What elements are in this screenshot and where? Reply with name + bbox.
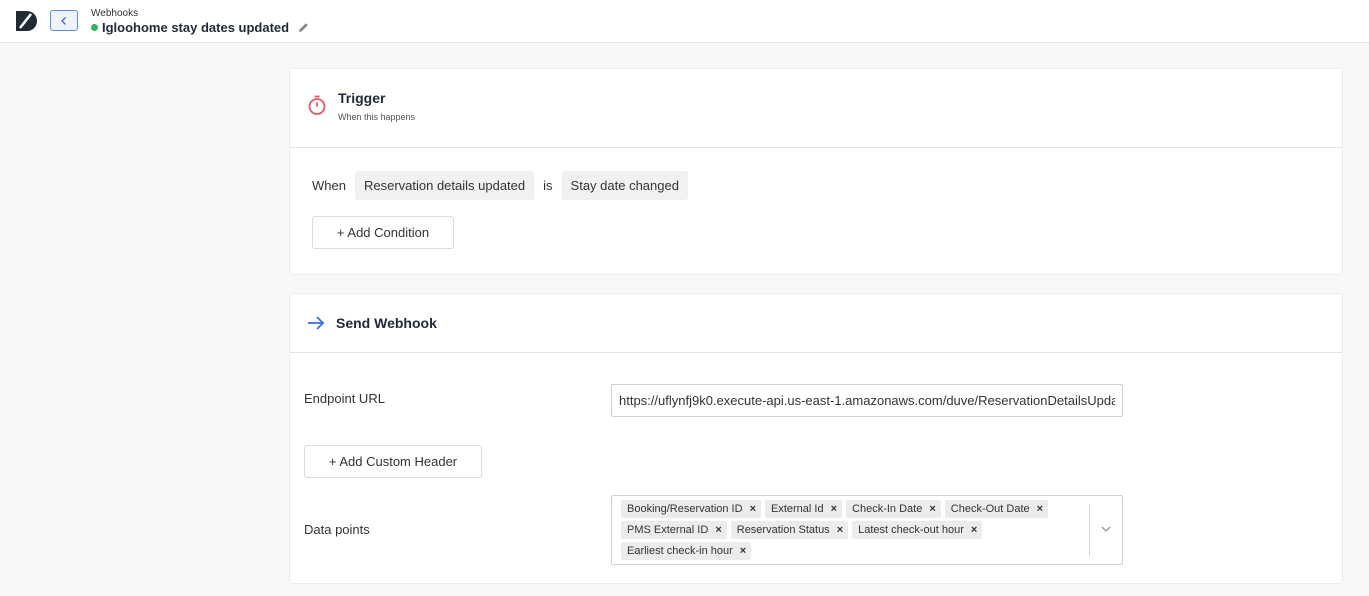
data-point-tag: Booking/Reservation ID × xyxy=(621,500,761,518)
data-point-tag-label: Latest check-out hour xyxy=(858,524,964,536)
trigger-card-header: Trigger When this happens xyxy=(290,69,1342,148)
arrow-right-icon xyxy=(308,316,325,330)
data-point-tag-label: Check-In Date xyxy=(852,503,923,515)
data-point-tag-label: Reservation Status xyxy=(736,524,830,536)
data-point-tag-label: Check-Out Date xyxy=(950,503,1030,515)
condition-field-chip[interactable]: Reservation details updated xyxy=(354,171,535,200)
chevron-left-icon xyxy=(61,16,66,25)
condition-row: When Reservation details updated is Stay… xyxy=(312,171,697,200)
page-title: Igloohome stay dates updated xyxy=(102,20,290,35)
app-logo[interactable] xyxy=(14,9,38,33)
condition-value-chip[interactable]: Stay date changed xyxy=(561,171,688,200)
data-point-tag-label: Earliest check-in hour xyxy=(627,545,733,557)
send-webhook-card-header: Send Webhook xyxy=(290,294,1342,353)
data-points-label: Data points xyxy=(304,522,370,537)
data-point-tag-label: Booking/Reservation ID xyxy=(627,503,743,515)
select-separator xyxy=(1089,504,1090,556)
back-button[interactable] xyxy=(50,10,78,31)
remove-tag-icon[interactable]: × xyxy=(929,503,935,515)
remove-tag-icon[interactable]: × xyxy=(837,524,843,536)
condition-operator: is xyxy=(543,178,553,193)
data-point-tag: PMS External ID × xyxy=(621,521,727,539)
chevron-down-icon[interactable] xyxy=(1100,523,1112,535)
remove-tag-icon[interactable]: × xyxy=(715,524,721,536)
trigger-title: Trigger xyxy=(338,90,386,106)
breadcrumb[interactable]: Webhooks xyxy=(91,8,138,19)
data-points-tags: Booking/Reservation ID × External Id × Check… xyxy=(621,500,1081,563)
add-custom-header-button[interactable]: + Add Custom Header xyxy=(304,445,482,478)
data-point-tag: Latest check-out hour × xyxy=(852,521,983,539)
status-dot xyxy=(91,24,98,31)
data-point-tag: Check-Out Date × xyxy=(944,500,1049,518)
endpoint-url-input[interactable] xyxy=(611,384,1123,417)
data-point-tag-label: External Id xyxy=(771,503,824,515)
data-points-select[interactable]: Booking/Reservation ID × External Id × Check… xyxy=(611,495,1123,565)
stopwatch-icon xyxy=(308,95,326,115)
trigger-card: Trigger When this happens When Reservati… xyxy=(289,68,1343,275)
top-bar: Webhooks Igloohome stay dates updated xyxy=(0,0,1369,43)
condition-when-label: When xyxy=(312,178,346,193)
title-row: Igloohome stay dates updated xyxy=(91,20,310,35)
pencil-icon[interactable] xyxy=(297,21,310,34)
endpoint-url-label: Endpoint URL xyxy=(304,391,385,406)
remove-tag-icon[interactable]: × xyxy=(750,503,756,515)
data-point-tag-label: PMS External ID xyxy=(627,524,709,536)
send-webhook-card: Send Webhook Endpoint URL + Add Custom H… xyxy=(289,293,1343,584)
remove-tag-icon[interactable]: × xyxy=(740,545,746,557)
remove-tag-icon[interactable]: × xyxy=(1037,503,1043,515)
remove-tag-icon[interactable]: × xyxy=(971,524,977,536)
add-condition-button[interactable]: + Add Condition xyxy=(312,216,454,249)
data-point-tag: Reservation Status × xyxy=(730,521,849,539)
trigger-subtitle: When this happens xyxy=(338,112,416,122)
data-point-tag: External Id × xyxy=(765,500,843,518)
data-point-tag: Earliest check-in hour × xyxy=(621,542,752,560)
remove-tag-icon[interactable]: × xyxy=(831,503,837,515)
data-point-tag: Check-In Date × xyxy=(846,500,941,518)
send-webhook-title: Send Webhook xyxy=(336,315,437,331)
